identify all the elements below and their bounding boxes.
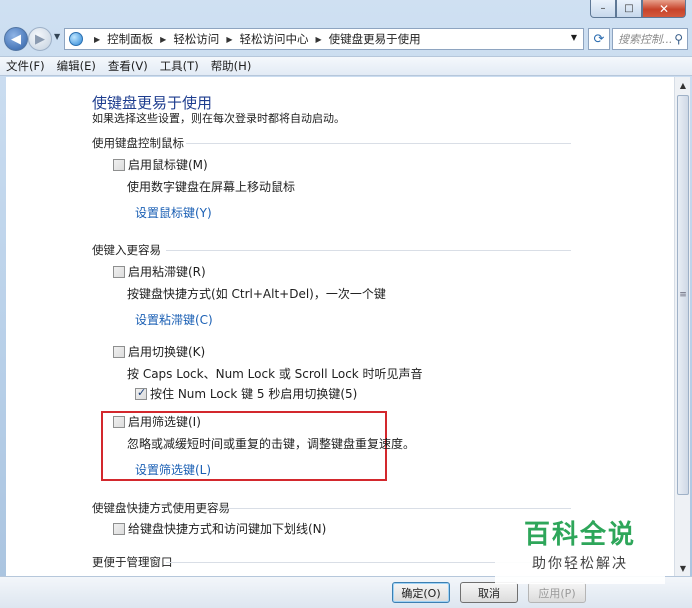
menu-tools[interactable]: 工具(T) — [160, 58, 199, 74]
chevron-right-icon[interactable]: ▶ — [160, 35, 166, 44]
watermark-tagline: 助你轻松解决 — [532, 556, 628, 572]
section-divider — [186, 143, 571, 144]
history-dropdown-icon[interactable]: ▼ — [54, 32, 60, 41]
forward-button[interactable]: ▶ — [28, 27, 52, 51]
underline-shortcuts-checkbox[interactable] — [113, 523, 125, 535]
section-heading-mouse: 使用键盘控制鼠标 — [92, 136, 184, 150]
address-dropdown-icon[interactable]: ▼ — [571, 33, 577, 42]
setup-filter-keys-link[interactable]: 设置筛选键(L) — [135, 461, 211, 478]
scroll-thumb[interactable]: ≡ — [677, 95, 689, 495]
filter-keys-description: 忽略或减缓短时间或重复的击键，调整键盘重复速度。 — [127, 437, 416, 451]
toggle-keys-description: 按 Caps Lock、Num Lock 或 Scroll Lock 时听见声音 — [127, 367, 423, 381]
forward-arrow-icon: ▶ — [35, 31, 45, 47]
cancel-button[interactable]: 取消 — [460, 582, 518, 603]
section-heading-shortcuts: 使键盘快捷方式使用更容易 — [92, 501, 230, 515]
search-icon[interactable]: ⚲ — [674, 32, 683, 46]
breadcrumb-ease-of-access[interactable]: 轻松访问 — [173, 31, 219, 47]
mouse-keys-description: 使用数字键盘在屏幕上移动鼠标 — [127, 180, 296, 194]
section-heading-typing: 使键入更容易 — [92, 243, 161, 257]
vertical-scrollbar[interactable]: ▲ ≡ ▼ — [674, 77, 690, 576]
apply-button[interactable]: 应用(P) — [528, 582, 586, 603]
num-lock-hold-label: 按住 Num Lock 键 5 秒启用切换键(5) — [150, 387, 358, 401]
chevron-right-icon[interactable]: ▶ — [315, 35, 321, 44]
toggle-keys-label: 启用切换键(K) — [128, 345, 206, 359]
sticky-keys-option[interactable]: 启用粘滞键(R) — [113, 263, 206, 280]
section-divider — [166, 250, 571, 251]
back-button[interactable]: ◀ — [4, 27, 28, 51]
grip-icon: ≡ — [679, 290, 687, 300]
setup-mouse-keys-link[interactable]: 设置鼠标键(Y) — [135, 204, 212, 221]
section-divider — [218, 508, 571, 509]
breadcrumb-ease-of-access-center[interactable]: 轻松访问中心 — [239, 31, 308, 47]
num-lock-hold-checkbox[interactable] — [135, 386, 147, 400]
maximize-button[interactable]: □ — [616, 0, 642, 18]
setup-sticky-keys-link[interactable]: 设置粘滞键(C) — [135, 311, 213, 328]
watermark: 百科全说 助你轻松解决 — [495, 510, 665, 584]
scroll-up-icon[interactable]: ▲ — [675, 77, 691, 93]
address-bar[interactable]: ▶ 控制面板 ▶ 轻松访问 ▶ 轻松访问中心 ▶ 使键盘更易于使用 ▼ — [64, 28, 584, 50]
menu-view[interactable]: 查看(V) — [108, 58, 148, 74]
section-heading-window: 更便于管理窗口 — [92, 555, 173, 569]
scroll-down-icon[interactable]: ▼ — [675, 560, 691, 576]
filter-keys-checkbox[interactable] — [113, 416, 125, 428]
settings-content: 使键盘更易于使用 如果选择这些设置，则在每次登录时都将自动启动。 使用键盘控制鼠… — [6, 77, 674, 576]
mouse-keys-label: 启用鼠标键(M) — [128, 158, 208, 172]
page-subtitle: 如果选择这些设置，则在每次登录时都将自动启动。 — [92, 112, 345, 125]
mouse-keys-option[interactable]: 启用鼠标键(M) — [113, 156, 208, 173]
control-panel-icon — [69, 32, 83, 46]
ok-button[interactable]: 确定(O) — [392, 582, 450, 603]
underline-shortcuts-option[interactable]: 给键盘快捷方式和访问键加下划线(N) — [113, 520, 326, 537]
chevron-right-icon[interactable]: ▶ — [226, 35, 232, 44]
refresh-icon: ⟳ — [593, 31, 605, 47]
close-button[interactable]: ✕ — [642, 0, 686, 18]
sticky-keys-description: 按键盘快捷方式(如 Ctrl+Alt+Del)，一次一个键 — [127, 287, 386, 301]
mouse-keys-checkbox[interactable] — [113, 159, 125, 171]
toggle-keys-option[interactable]: 启用切换键(K) — [113, 343, 205, 360]
underline-shortcuts-label: 给键盘快捷方式和访问键加下划线(N) — [128, 522, 327, 536]
menu-edit[interactable]: 编辑(E) — [57, 58, 96, 74]
toggle-keys-checkbox[interactable] — [113, 346, 125, 358]
menu-help[interactable]: 帮助(H) — [211, 58, 252, 74]
watermark-title: 百科全说 — [523, 520, 636, 550]
minimize-button[interactable]: – — [590, 0, 616, 18]
filter-keys-label: 启用筛选键(I) — [128, 415, 201, 429]
menu-bar: 文件(F) 编辑(E) 查看(V) 工具(T) 帮助(H) — [0, 56, 692, 76]
control-panel-window: – □ ✕ ◀ ▶ ▼ ▶ 控制面板 ▶ 轻松访问 ▶ 轻松访问中心 ▶ 使键盘… — [0, 0, 692, 608]
filter-keys-option[interactable]: 启用筛选键(I) — [113, 413, 201, 430]
sticky-keys-checkbox[interactable] — [113, 266, 125, 278]
chevron-right-icon[interactable]: ▶ — [94, 35, 100, 44]
search-placeholder: 搜索控制... — [618, 33, 673, 46]
back-arrow-icon: ◀ — [11, 31, 21, 47]
refresh-button[interactable]: ⟳ — [588, 28, 610, 50]
caption-buttons: – □ ✕ — [590, 0, 686, 18]
breadcrumb-control-panel[interactable]: 控制面板 — [107, 31, 153, 47]
navigation-bar: ◀ ▶ ▼ ▶ 控制面板 ▶ 轻松访问 ▶ 轻松访问中心 ▶ 使键盘更易于使用 … — [4, 26, 688, 52]
num-lock-hold-option[interactable]: 按住 Num Lock 键 5 秒启用切换键(5) — [135, 385, 357, 402]
menu-file[interactable]: 文件(F) — [6, 58, 45, 74]
search-input[interactable]: 搜索控制... ⚲ — [612, 28, 688, 50]
breadcrumb-keyboard[interactable]: 使键盘更易于使用 — [329, 31, 421, 47]
sticky-keys-label: 启用粘滞键(R) — [128, 265, 206, 279]
